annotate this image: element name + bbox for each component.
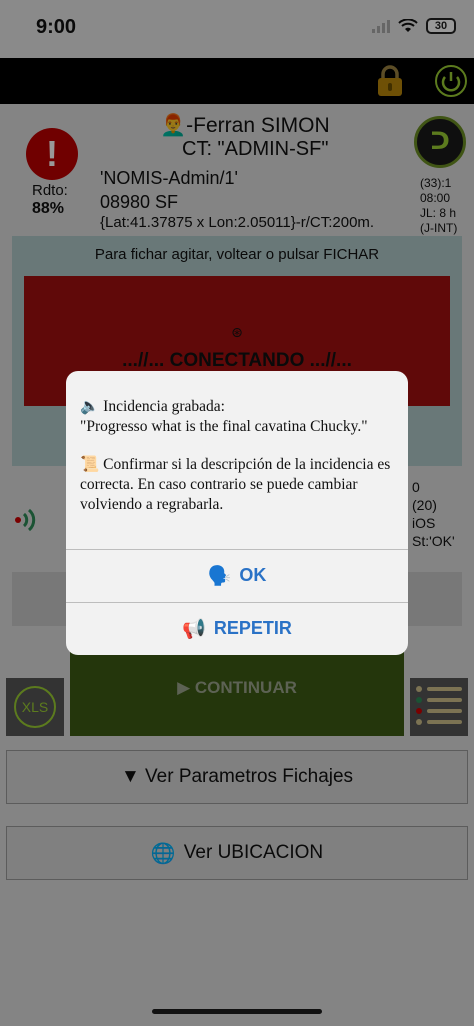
incidencia-dialog: 🔈 Incidencia grabada: "Progresso what is… [66, 371, 408, 655]
megaphone-icon: 📢 [182, 618, 206, 640]
repetir-button[interactable]: 📢 REPETIR [66, 602, 408, 654]
dialog-line-confirm: 📜 Confirmar si la descripción de la inci… [80, 456, 391, 513]
dialog-message: 🔈 Incidencia grabada: "Progresso what is… [80, 397, 396, 515]
home-indicator[interactable] [152, 1009, 322, 1014]
repetir-label: REPETIR [213, 618, 292, 638]
dialog-line-transcript: "Progresso what is the final cavatina Ch… [80, 418, 368, 435]
speaking-head-icon: 🗣️ [207, 565, 232, 587]
ok-label: OK [239, 565, 267, 585]
ok-button[interactable]: 🗣️ OK [66, 549, 408, 601]
dialog-line-recorded: 🔈 Incidencia grabada: [80, 398, 225, 415]
